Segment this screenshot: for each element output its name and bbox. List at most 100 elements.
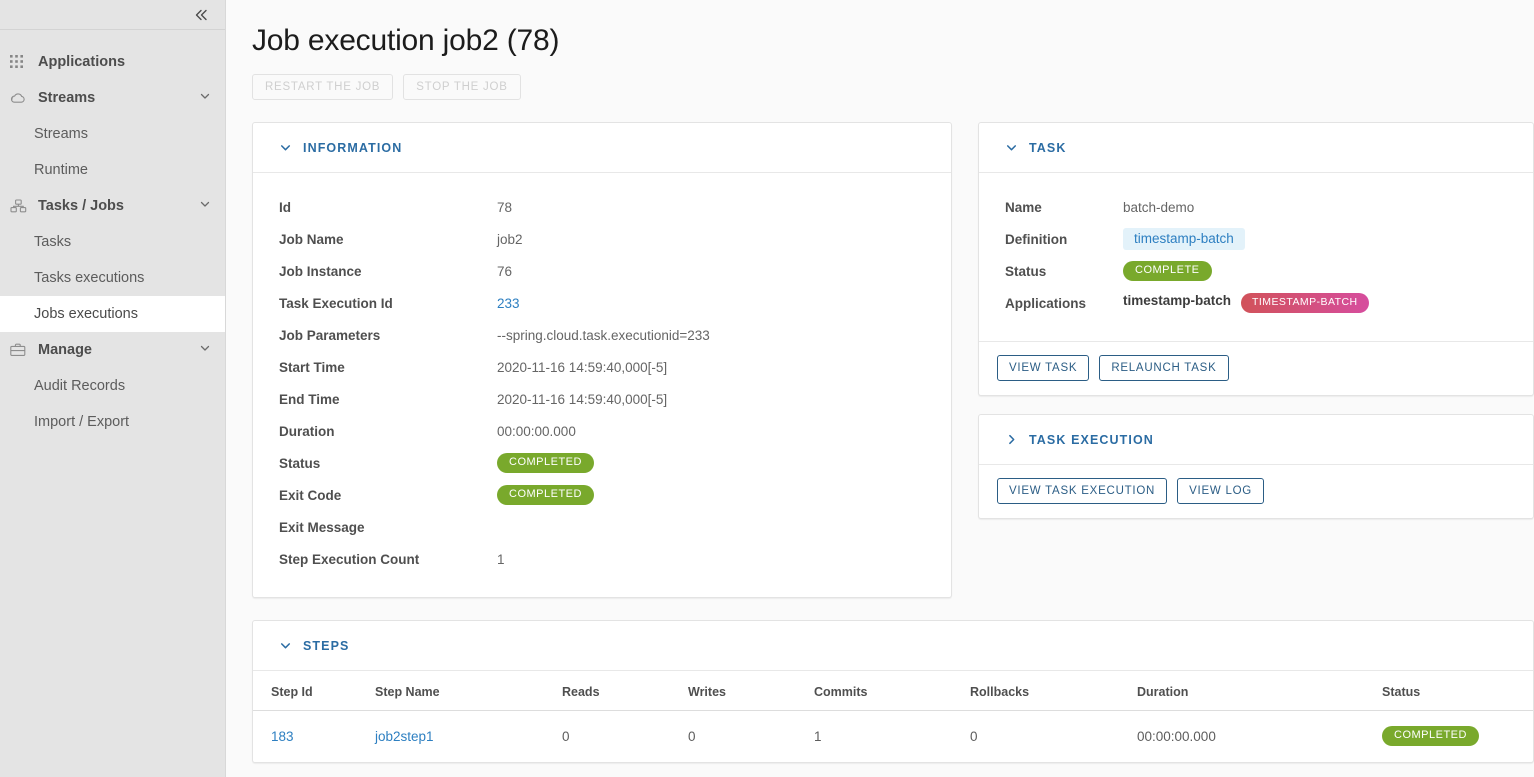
task-label: Applications	[1005, 295, 1087, 311]
info-label: Status	[279, 455, 321, 471]
view-task-execution-button[interactable]: VIEW TASK EXECUTION	[997, 478, 1168, 504]
task-execution-id-link[interactable]: 233	[497, 296, 520, 311]
sidebar-group-label: Applications	[38, 54, 126, 70]
task-card-title: TASK	[1029, 140, 1067, 155]
info-label: Task Execution Id	[279, 295, 393, 311]
task-label: Name	[1005, 199, 1042, 215]
sidebar-item-runtime[interactable]: Runtime	[0, 152, 225, 188]
sidebar-item-label: Tasks executions	[34, 270, 145, 286]
briefcase-icon	[10, 341, 32, 359]
info-label: Job Instance	[279, 263, 362, 279]
information-card-header[interactable]: INFORMATION	[253, 123, 951, 173]
cell-commits: 1	[814, 728, 822, 744]
right-column: TASK Name batch-demo Definition timestam…	[978, 122, 1534, 519]
cell-step-id: 183	[253, 711, 375, 763]
steps-row: STEPS Step Id Step Name Reads Writes Com…	[226, 598, 1534, 763]
table-row: 183 job2step1 0 0 1 0 00:00:00.000 COMPL…	[253, 711, 1533, 763]
chevron-down-icon[interactable]	[199, 90, 211, 106]
info-row-status: Status COMPLETED	[279, 447, 925, 479]
sidebar-item-label: Streams	[34, 126, 88, 142]
info-row-task-execution-id: Task Execution Id 233	[279, 287, 925, 319]
task-card-header[interactable]: TASK	[979, 123, 1533, 173]
task-name-value: batch-demo	[1123, 199, 1195, 215]
info-label: End Time	[279, 391, 340, 407]
info-row-id: Id 78	[279, 191, 925, 223]
app-root: Applications Streams Streams Runtime Tas…	[0, 0, 1534, 777]
task-definition-chip[interactable]: timestamp-batch	[1123, 228, 1245, 250]
sidebar-group-streams[interactable]: Streams	[0, 80, 225, 116]
cell-status: COMPLETED	[1382, 711, 1533, 763]
steps-table-wrap: Step Id Step Name Reads Writes Commits R…	[253, 671, 1533, 762]
info-row-step-execution-count: Step Execution Count 1	[279, 543, 925, 575]
task-applications-value: timestamp-batch	[1123, 293, 1232, 308]
sidebar-group-label: Manage	[38, 342, 92, 358]
info-value: --spring.cloud.task.executionid=233	[497, 327, 710, 343]
info-label: Id	[279, 199, 291, 215]
steps-card-header[interactable]: STEPS	[253, 621, 1533, 671]
col-header-reads: Reads	[562, 671, 688, 711]
information-list: Id 78 Job Name job2 Job Instance 76 Task…	[253, 173, 951, 597]
sidebar-item-audit-records[interactable]: Audit Records	[0, 368, 225, 404]
information-card: INFORMATION Id 78 Job Name job2 Job Inst…	[252, 122, 952, 598]
task-label: Definition	[1005, 231, 1068, 247]
sidebar: Applications Streams Streams Runtime Tas…	[0, 0, 226, 777]
sidebar-item-label: Runtime	[34, 162, 88, 178]
steps-card-title: STEPS	[303, 638, 350, 653]
status-badge: COMPLETED	[497, 453, 594, 473]
info-row-end-time: End Time 2020-11-16 14:59:40,000[-5]	[279, 383, 925, 415]
info-row-duration: Duration 00:00:00.000	[279, 415, 925, 447]
col-header-commits: Commits	[814, 671, 970, 711]
info-value: 2020-11-16 14:59:40,000[-5]	[497, 391, 668, 407]
sidebar-item-label: Tasks	[34, 234, 72, 250]
task-status-badge: COMPLETE	[1123, 261, 1212, 281]
chevron-right-icon[interactable]	[1005, 433, 1018, 446]
sidebar-item-tasks-executions[interactable]: Tasks executions	[0, 260, 225, 296]
col-header-status: Status	[1382, 671, 1533, 711]
page-actions: RESTART THE JOB STOP THE JOB	[226, 58, 1534, 100]
chevron-down-icon[interactable]	[279, 141, 292, 154]
info-value: 00:00:00.000	[497, 423, 576, 439]
info-row-exit-message: Exit Message	[279, 511, 925, 543]
main-content: Job execution job2 (78) RESTART THE JOB …	[226, 0, 1534, 777]
sidebar-group-label: Tasks / Jobs	[38, 198, 124, 214]
step-id-link[interactable]: 183	[271, 729, 294, 744]
sidebar-item-streams[interactable]: Streams	[0, 116, 225, 152]
info-value: 76	[497, 263, 513, 279]
col-header-writes: Writes	[688, 671, 814, 711]
task-execution-card-actions: VIEW TASK EXECUTION VIEW LOG	[979, 465, 1533, 518]
sidebar-item-jobs-executions[interactable]: Jobs executions	[0, 296, 225, 332]
info-value: job2	[497, 231, 523, 247]
stop-the-job-button[interactable]: STOP THE JOB	[403, 74, 521, 100]
col-header-step-id: Step Id	[253, 671, 375, 711]
steps-table-body: 183 job2step1 0 0 1 0 00:00:00.000 COMPL…	[253, 711, 1533, 763]
relaunch-task-button[interactable]: RELAUNCH TASK	[1099, 355, 1229, 381]
page-title: Job execution job2 (78)	[252, 24, 560, 57]
view-log-button[interactable]: VIEW LOG	[1177, 478, 1264, 504]
sidebar-item-import-export[interactable]: Import / Export	[0, 404, 225, 440]
chevron-down-icon[interactable]	[199, 198, 211, 214]
sidebar-nav: Applications Streams Streams Runtime Tas…	[0, 30, 225, 440]
info-label: Job Parameters	[279, 327, 381, 343]
cell-writes: 0	[688, 728, 696, 744]
info-row-job-name: Job Name job2	[279, 223, 925, 255]
view-task-button[interactable]: VIEW TASK	[997, 355, 1090, 381]
chevron-down-icon[interactable]	[279, 639, 292, 652]
step-name-link[interactable]: job2step1	[375, 729, 434, 744]
restart-the-job-button[interactable]: RESTART THE JOB	[252, 74, 394, 100]
double-chevron-left-icon[interactable]	[189, 3, 213, 27]
steps-table: Step Id Step Name Reads Writes Commits R…	[253, 671, 1533, 762]
chevron-down-icon[interactable]	[199, 342, 211, 358]
task-row-name: Name batch-demo	[1005, 191, 1507, 223]
task-execution-card-header[interactable]: TASK EXECUTION	[979, 415, 1533, 465]
sidebar-group-applications[interactable]: Applications	[0, 44, 225, 80]
task-row-status: Status COMPLETE	[1005, 255, 1507, 287]
task-row-applications: Applications timestamp-batch TIMESTAMP-BA…	[1005, 287, 1507, 319]
cell-reads: 0	[562, 728, 570, 744]
step-status-badge: COMPLETED	[1382, 726, 1479, 746]
chevron-down-icon[interactable]	[1005, 141, 1018, 154]
sidebar-group-manage[interactable]: Manage	[0, 332, 225, 368]
sidebar-group-tasks-jobs[interactable]: Tasks / Jobs	[0, 188, 225, 224]
steps-card: STEPS Step Id Step Name Reads Writes Com…	[252, 620, 1534, 763]
info-value: 78	[497, 199, 513, 215]
sidebar-item-tasks[interactable]: Tasks	[0, 224, 225, 260]
